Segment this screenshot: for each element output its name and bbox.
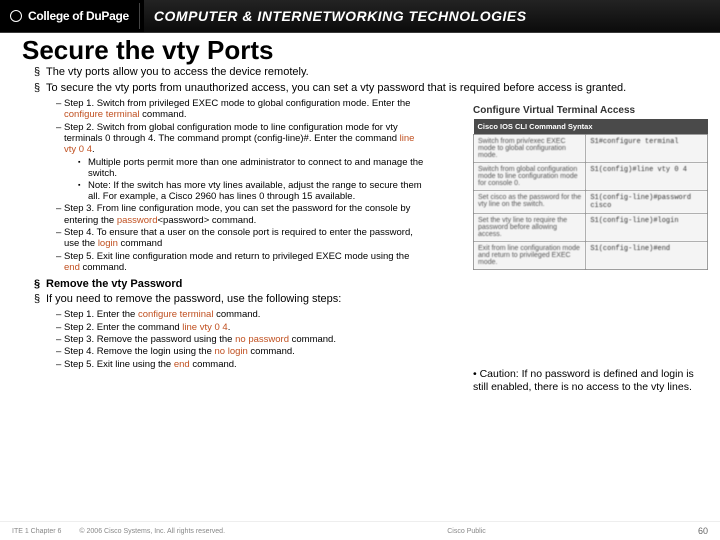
table-row: Switch from priv/exec EXEC mode to globa… bbox=[474, 135, 708, 163]
command-table: Cisco IOS CLI Command Syntax Switch from… bbox=[473, 119, 708, 270]
caution-note: • Caution: If no password is defined and… bbox=[473, 368, 708, 394]
table-header: Cisco IOS CLI Command Syntax bbox=[474, 119, 708, 135]
table-row: Set the vty line to require the password… bbox=[474, 214, 708, 242]
remove-step-5: Step 5. Exit line using the end command. bbox=[56, 359, 426, 370]
right-panel: Configure Virtual Terminal Access Cisco … bbox=[473, 105, 708, 394]
remove-step-3: Step 3. Remove the password using the no… bbox=[56, 334, 426, 345]
page-title: Secure the vty Ports bbox=[22, 37, 698, 64]
secure-step-3: Step 3. From line configuration mode, yo… bbox=[56, 203, 426, 226]
footer-mid: Cisco Public bbox=[225, 528, 708, 535]
logo-icon bbox=[10, 10, 22, 22]
remove-step-1: Step 1. Enter the configure terminal com… bbox=[56, 309, 426, 320]
remove-step-2: Step 2. Enter the command line vty 0 4. bbox=[56, 322, 426, 333]
bullet-intro-2: To secure the vty ports from unauthorize… bbox=[34, 82, 698, 96]
college-logo: College of DuPage bbox=[0, 9, 135, 23]
secure-step-2-note-1: Multiple ports permit more than one admi… bbox=[78, 157, 426, 180]
remove-step-4: Step 4. Remove the login using the no lo… bbox=[56, 346, 426, 357]
college-name: College of DuPage bbox=[28, 9, 129, 23]
divider bbox=[139, 3, 140, 29]
table-row: Switch from global configuration mode to… bbox=[474, 163, 708, 191]
secure-step-5: Step 5. Exit line configuration mode and… bbox=[56, 251, 426, 274]
secure-step-2: Step 2. Switch from global configuration… bbox=[56, 122, 426, 203]
footer-page: 60 bbox=[698, 526, 708, 536]
header-bar: College of DuPage COMPUTER & INTERNETWOR… bbox=[0, 0, 720, 33]
table-row: Exit from line configuration mode and re… bbox=[474, 242, 708, 270]
footer-left: ITE 1 Chapter 6 bbox=[12, 528, 61, 535]
secure-step-1: Step 1. Switch from privileged EXEC mode… bbox=[56, 98, 426, 121]
footer-copyright: © 2006 Cisco Systems, Inc. All rights re… bbox=[79, 528, 225, 535]
secure-step-4: Step 4. To ensure that a user on the con… bbox=[56, 227, 426, 250]
bullet-intro-1: The vty ports allow you to access the de… bbox=[34, 66, 698, 80]
secure-step-2-note-2: Note: If the switch has more vty lines a… bbox=[78, 180, 426, 203]
footer: ITE 1 Chapter 6 © 2006 Cisco Systems, In… bbox=[0, 521, 720, 540]
banner-title: COMPUTER & INTERNETWORKING TECHNOLOGIES bbox=[144, 0, 720, 32]
right-panel-title: Configure Virtual Terminal Access bbox=[473, 105, 708, 116]
table-row: Set cisco as the password for the vty li… bbox=[474, 191, 708, 214]
